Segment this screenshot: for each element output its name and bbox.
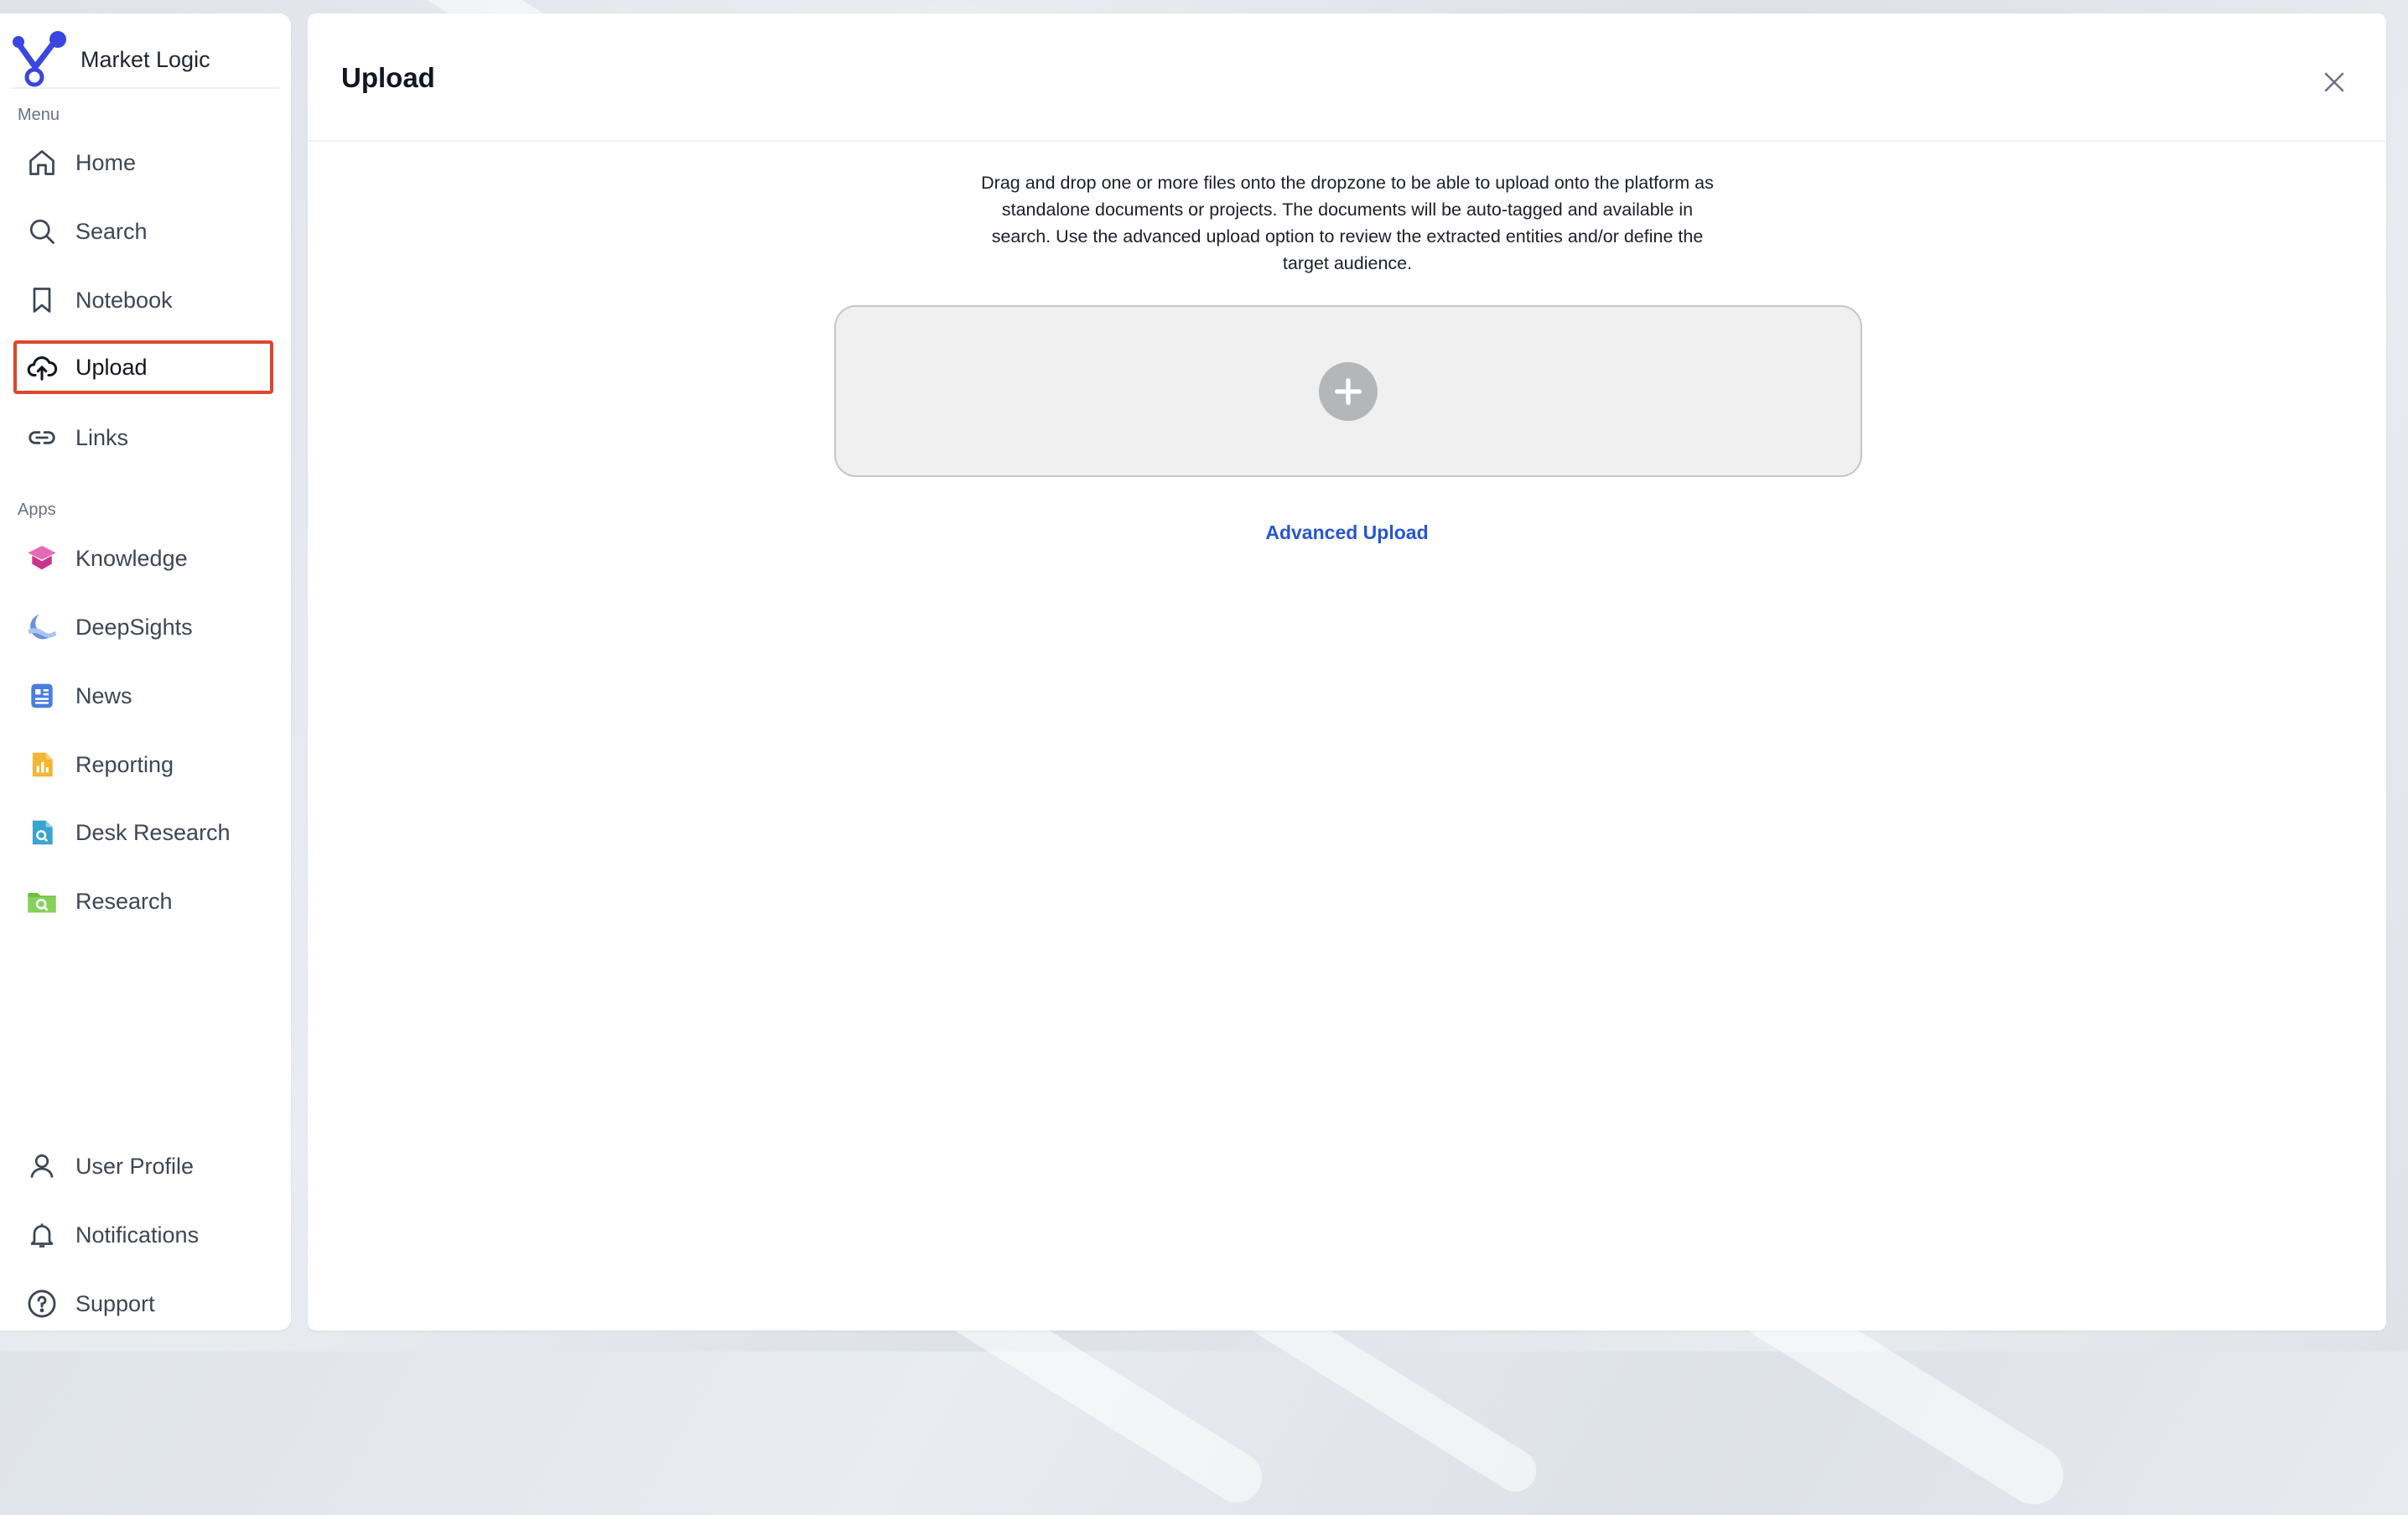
sidebar-item-label: Knowledge xyxy=(75,545,188,571)
sidebar-item-links[interactable]: Links xyxy=(13,411,273,464)
sidebar-item-label: Notifications xyxy=(75,1222,200,1248)
help-circle-icon xyxy=(23,1285,60,1322)
add-file-button[interactable] xyxy=(1319,361,1378,421)
search-icon xyxy=(23,213,60,250)
moon-wave-icon xyxy=(23,609,60,646)
folder-search-icon xyxy=(23,883,60,920)
market-logic-logo-icon xyxy=(13,31,66,87)
cloud-upload-icon xyxy=(23,349,60,386)
sidebar-item-label: Research xyxy=(75,888,173,914)
sidebar-item-knowledge[interactable]: Knowledge xyxy=(13,532,273,585)
sidebar-item-label: News xyxy=(75,682,132,708)
sidebar-item-upload[interactable]: Upload xyxy=(13,340,273,394)
brand-name: Market Logic xyxy=(80,46,210,72)
advanced-upload-link[interactable]: Advanced Upload xyxy=(308,521,2386,544)
apps-section-label: Apps xyxy=(18,501,56,519)
graduation-cap-icon xyxy=(23,540,60,577)
sidebar-item-label: Desk Research xyxy=(75,819,231,845)
sidebar-item-label: User Profile xyxy=(75,1153,195,1179)
sidebar-item-label: DeepSights xyxy=(75,614,193,640)
sidebar-item-search[interactable]: Search xyxy=(13,205,273,258)
bar-chart-document-icon xyxy=(23,746,60,783)
sidebar-item-news[interactable]: News xyxy=(13,669,273,723)
upload-panel: Upload Drag and drop one or more files o… xyxy=(308,13,2386,1331)
close-icon xyxy=(2324,72,2344,92)
sidebar-item-label: Reporting xyxy=(75,751,174,777)
link-icon xyxy=(23,419,60,456)
sidebar-item-user-profile[interactable]: User Profile xyxy=(13,1139,273,1193)
home-icon xyxy=(23,144,60,181)
panel-header: Upload xyxy=(308,13,2386,142)
sidebar-item-label: Upload xyxy=(75,354,148,380)
plus-icon xyxy=(1335,377,1362,405)
sidebar-item-desk-research[interactable]: Desk Research xyxy=(13,806,273,859)
close-button[interactable] xyxy=(2316,64,2353,101)
sidebar-item-label: Support xyxy=(75,1290,155,1316)
menu-section-label: Menu xyxy=(18,106,60,124)
brand-divider xyxy=(12,87,279,89)
sidebar-item-notifications[interactable]: Notifications xyxy=(13,1208,273,1262)
bookmark-icon xyxy=(23,282,60,319)
upload-description: Drag and drop one or more files onto the… xyxy=(981,173,1714,273)
document-search-icon xyxy=(23,814,60,851)
page-title: Upload xyxy=(341,62,435,93)
sidebar-item-notebook[interactable]: Notebook xyxy=(13,273,273,327)
sidebar-item-support[interactable]: Support xyxy=(13,1277,273,1331)
brand[interactable]: Market Logic xyxy=(10,25,210,94)
sidebar-item-label: Notebook xyxy=(75,287,173,313)
sidebar-item-home[interactable]: Home xyxy=(13,136,273,189)
sidebar-item-research[interactable]: Research xyxy=(13,874,273,928)
sidebar: Market Logic Menu Home Search Notebook U… xyxy=(0,13,291,1331)
upload-dropzone[interactable] xyxy=(834,305,1862,477)
sidebar-item-reporting[interactable]: Reporting xyxy=(13,738,273,791)
sidebar-item-label: Home xyxy=(75,149,137,175)
newspaper-icon xyxy=(23,677,60,714)
sidebar-item-deepsights[interactable]: DeepSights xyxy=(13,600,273,654)
bell-icon xyxy=(23,1217,60,1253)
user-icon xyxy=(23,1148,60,1185)
sidebar-item-label: Links xyxy=(75,424,129,450)
sidebar-item-label: Search xyxy=(75,218,148,244)
